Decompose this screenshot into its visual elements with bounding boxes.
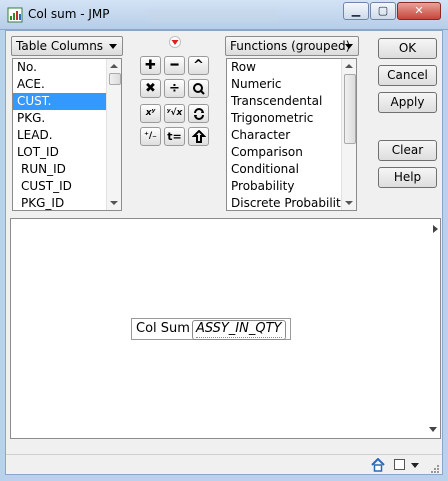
- formula-argument-box[interactable]: ASSY_IN_QTY: [191, 320, 286, 340]
- add-operator-button[interactable]: ✚: [140, 56, 161, 75]
- assign-button[interactable]: t=: [164, 127, 185, 146]
- plus-icon: ✚: [145, 58, 156, 73]
- list-item-column[interactable]: ACE.: [13, 76, 121, 93]
- functions-dropdown[interactable]: Functions (grouped): [225, 36, 359, 56]
- unary-minus-button[interactable]: ⁺∕₋: [140, 127, 161, 146]
- table-columns-list[interactable]: No. ACE. CUST. PKG. LEAD. LOT_ID RUN_ID …: [12, 58, 122, 211]
- functions-scrollbar[interactable]: [341, 59, 356, 210]
- assign-icon: t=: [167, 130, 182, 143]
- scroll-down-icon[interactable]: [345, 201, 353, 205]
- root-operator-button[interactable]: [188, 79, 209, 98]
- plus-minus-icon: ⁺∕₋: [144, 131, 157, 141]
- minimize-icon: ▁: [351, 4, 361, 17]
- list-item-column[interactable]: RUN_ID: [13, 161, 121, 178]
- power-operator-button[interactable]: ^: [188, 56, 209, 75]
- swap-icon: [193, 108, 204, 120]
- subtract-operator-button[interactable]: ━: [164, 56, 185, 75]
- apply-button[interactable]: Apply: [378, 92, 437, 113]
- maximize-icon: ▢: [377, 4, 389, 17]
- keypad-menu-icon[interactable]: [168, 36, 182, 48]
- y-root-x-button[interactable]: ʸ√x: [164, 104, 185, 123]
- scroll-down-icon[interactable]: [429, 427, 437, 432]
- swap-button[interactable]: [188, 104, 209, 123]
- multiply-operator-button[interactable]: ✖: [140, 79, 161, 98]
- dropdown-arrow-icon[interactable]: [411, 463, 419, 468]
- list-item-function[interactable]: Character: [227, 127, 356, 144]
- x-power-y-button[interactable]: xʸ: [140, 104, 161, 123]
- home-icon[interactable]: [371, 458, 385, 472]
- scroll-thumb[interactable]: [344, 74, 356, 144]
- formula-function-name[interactable]: Col Sum: [136, 319, 190, 339]
- table-columns-dropdown-label: Table Columns: [16, 39, 104, 53]
- minimize-button[interactable]: ▁: [343, 2, 369, 20]
- title-blur-decor: [148, 10, 278, 20]
- close-button[interactable]: ✕: [397, 2, 441, 20]
- clear-button[interactable]: Clear: [378, 140, 437, 161]
- functions-dropdown-label: Functions (grouped): [230, 39, 351, 53]
- scroll-down-icon[interactable]: [110, 201, 118, 205]
- window-title: Col sum - JMP: [28, 7, 110, 21]
- list-item-function[interactable]: Comparison: [227, 144, 356, 161]
- divide-icon: ÷: [169, 81, 180, 96]
- list-item-column[interactable]: LOT_ID: [13, 144, 121, 161]
- help-button[interactable]: Help: [378, 167, 437, 188]
- list-item-function[interactable]: Conditional: [227, 161, 356, 178]
- y-root-x-icon: ʸ√x: [166, 108, 183, 118]
- resize-grip-icon[interactable]: [430, 464, 440, 474]
- list-item-column-selected[interactable]: CUST.: [13, 93, 106, 110]
- formula-argument[interactable]: ASSY_IN_QTY: [195, 321, 282, 338]
- cancel-button[interactable]: Cancel: [378, 65, 437, 86]
- minus-icon: ━: [170, 58, 179, 73]
- x-power-y-icon: xʸ: [145, 108, 156, 118]
- list-item-function[interactable]: Transcendental: [227, 93, 356, 110]
- list-item-function[interactable]: Probability: [227, 178, 356, 195]
- scroll-thumb[interactable]: [109, 73, 121, 85]
- chevron-down-icon: [345, 44, 353, 49]
- root-icon: [192, 83, 205, 95]
- list-item-column[interactable]: PKG_ID: [13, 195, 121, 210]
- list-item-function[interactable]: Row: [227, 59, 356, 76]
- columns-scrollbar[interactable]: [106, 59, 121, 210]
- scroll-up-icon[interactable]: [345, 64, 353, 68]
- close-icon: ✕: [414, 4, 424, 17]
- chevron-down-icon: [109, 44, 117, 49]
- list-item-column[interactable]: CUST_ID: [13, 178, 121, 195]
- jmp-app-icon: [7, 7, 23, 23]
- scroll-up-icon[interactable]: [110, 64, 118, 68]
- functions-list[interactable]: Row Numeric Transcendental Trigonometric…: [226, 58, 357, 211]
- formula-expression[interactable]: Col Sum ASSY_IN_QTY: [131, 318, 291, 340]
- list-item-column[interactable]: LEAD.: [13, 127, 121, 144]
- box-icon[interactable]: [394, 459, 405, 470]
- list-item-column[interactable]: No.: [13, 59, 121, 76]
- list-item-function[interactable]: Discrete Probability: [227, 195, 356, 210]
- table-columns-dropdown[interactable]: Table Columns: [11, 36, 123, 56]
- maximize-button[interactable]: ▢: [370, 2, 396, 20]
- caret-icon: ^: [193, 58, 204, 73]
- list-item-function[interactable]: Numeric: [227, 76, 356, 93]
- list-item-column[interactable]: PKG.: [13, 110, 121, 127]
- local-variable-button[interactable]: [188, 127, 209, 146]
- ok-button[interactable]: OK: [378, 38, 437, 59]
- local-variable-icon: [191, 129, 206, 143]
- times-icon: ✖: [145, 81, 156, 96]
- list-item-function[interactable]: Trigonometric: [227, 110, 356, 127]
- scroll-right-icon[interactable]: [433, 225, 438, 233]
- divide-operator-button[interactable]: ÷: [164, 79, 185, 98]
